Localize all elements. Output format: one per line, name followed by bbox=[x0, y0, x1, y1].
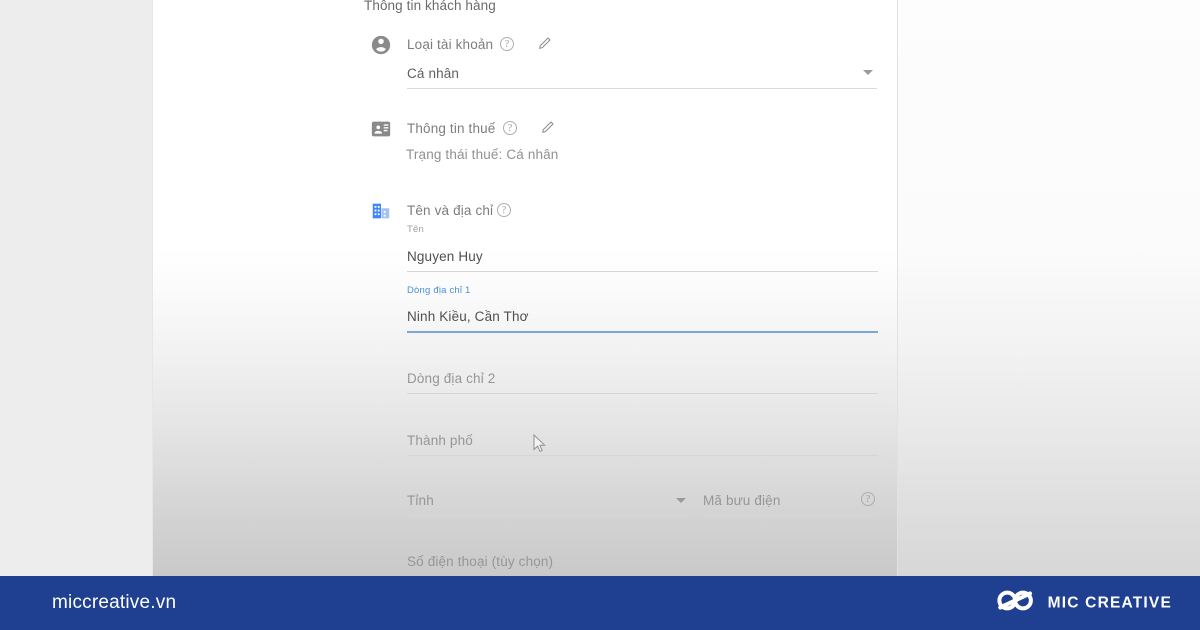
account-type-edit-pencil-icon[interactable] bbox=[537, 35, 553, 51]
infinity-loops-logo-icon bbox=[995, 587, 1037, 620]
account-circle-icon bbox=[370, 34, 392, 56]
city-field[interactable]: Thành phố bbox=[407, 422, 878, 456]
form-content: Thông tin khách hàng Loại tài khoản ? Cá… bbox=[152, 0, 898, 576]
phone-field-placeholder: Số điện thoại (tùy chọn) bbox=[407, 554, 554, 569]
name-address-label: Tên và địa chỉ bbox=[407, 203, 494, 218]
city-field-placeholder: Thành phố bbox=[407, 433, 473, 448]
province-field-placeholder: Tỉnh bbox=[407, 493, 434, 508]
address-line-1-field[interactable]: Dòng địa chỉ 1 Ninh Kiều, Cần Thơ bbox=[407, 285, 878, 333]
postal-code-field[interactable]: Mã bưu điện bbox=[703, 482, 878, 516]
account-type-select-underline bbox=[407, 88, 877, 89]
screenshot-stage: Thông tin khách hàng Loại tài khoản ? Cá… bbox=[0, 0, 1200, 630]
banner-brand-name: MIC CREATIVE bbox=[1047, 594, 1172, 611]
address-line-1-field-label: Dòng địa chỉ 1 bbox=[407, 285, 471, 296]
address-line-1-field-value: Ninh Kiều, Cần Thơ bbox=[407, 309, 529, 324]
phone-field[interactable]: Số điện thoại (tùy chọn) bbox=[407, 542, 878, 576]
tax-info-label: Thông tin thuế bbox=[407, 121, 496, 136]
name-address-help-icon[interactable]: ? bbox=[497, 203, 511, 217]
name-field[interactable]: Tên Nguyen Huy bbox=[407, 224, 878, 272]
province-select-field[interactable]: Tỉnh bbox=[407, 482, 692, 516]
address-line-2-field-placeholder: Dòng địa chỉ 2 bbox=[407, 371, 496, 386]
page-left-margin bbox=[0, 0, 152, 576]
contact-card-icon bbox=[370, 118, 392, 140]
province-chevron-down-icon[interactable] bbox=[676, 498, 686, 503]
business-building-icon bbox=[370, 200, 392, 222]
banner-brand-lockup: MIC CREATIVE bbox=[995, 587, 1172, 620]
page-right-margin bbox=[898, 0, 1200, 576]
account-type-help-icon[interactable]: ? bbox=[500, 37, 514, 51]
account-type-label: Loại tài khoản bbox=[407, 37, 494, 52]
name-field-label: Tên bbox=[407, 224, 424, 235]
account-type-value[interactable]: Cá nhân bbox=[407, 66, 459, 81]
name-field-value: Nguyen Huy bbox=[407, 249, 483, 264]
address-line-2-field[interactable]: Dòng địa chỉ 2 bbox=[407, 360, 878, 394]
page-title: Thông tin khách hàng bbox=[364, 0, 496, 13]
account-type-chevron-down-icon[interactable] bbox=[863, 70, 873, 75]
postal-code-help-icon[interactable]: ? bbox=[861, 492, 875, 506]
tax-info-edit-pencil-icon[interactable] bbox=[540, 119, 556, 135]
tax-info-help-icon[interactable]: ? bbox=[503, 121, 517, 135]
postal-code-field-placeholder: Mã bưu điện bbox=[703, 493, 781, 508]
tax-status-value: Trạng thái thuế: Cá nhân bbox=[406, 147, 559, 162]
banner-website-url[interactable]: miccreative.vn bbox=[52, 592, 176, 614]
brand-banner: miccreative.vn MIC CREATIVE bbox=[0, 576, 1200, 630]
